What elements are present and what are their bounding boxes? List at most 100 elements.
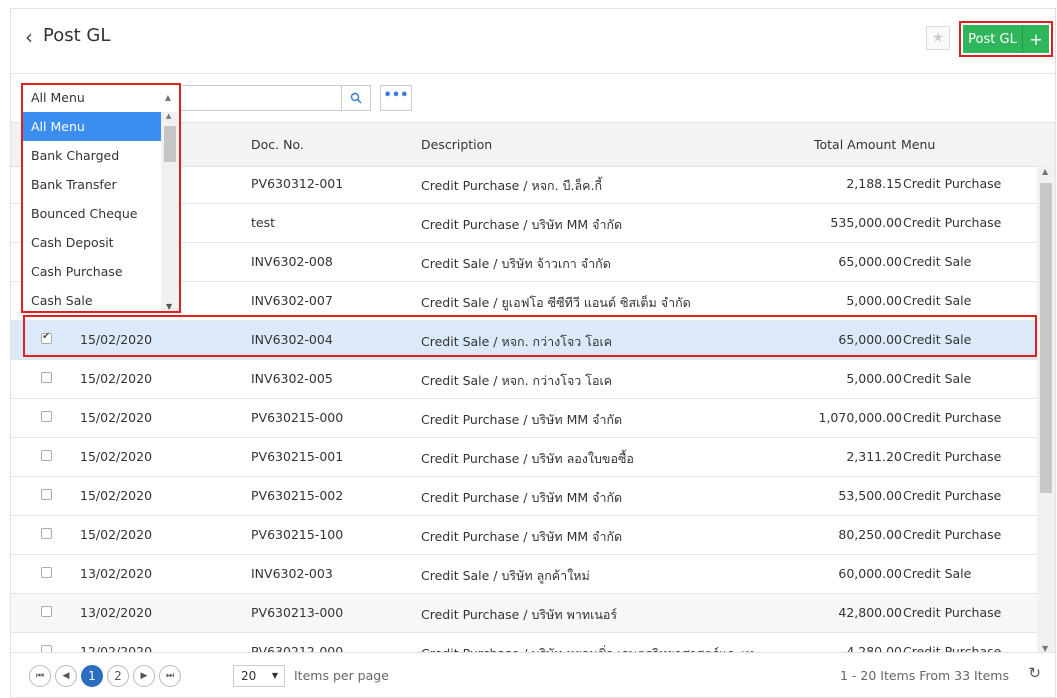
row-description: Credit Sale / หจก. กว่างโจว โอเค bbox=[421, 373, 613, 388]
row-checkbox[interactable] bbox=[41, 567, 52, 578]
row-total-amount: 60,000.00 bbox=[838, 566, 902, 581]
menu-options-list: All Menu Bank Charged Bank Transfer Bounced… bbox=[23, 112, 161, 315]
row-menu: Credit Purchase bbox=[903, 449, 1002, 464]
items-per-page-label: Items per page bbox=[294, 668, 389, 683]
items-count: 1 - 20 Items From 33 Items bbox=[839, 668, 1009, 683]
row-date: 15/02/2020 bbox=[80, 332, 153, 347]
menu-filter-value: All Menu bbox=[31, 90, 85, 105]
header-total-amount[interactable]: Total Amount bbox=[814, 137, 896, 152]
header-description[interactable]: Description bbox=[421, 137, 492, 152]
menu-filter-dropdown[interactable]: All Menu ▲ All Menu Bank Charged Bank Tran… bbox=[21, 83, 181, 313]
menu-option[interactable]: Bank Transfer bbox=[23, 170, 161, 199]
first-page-icon[interactable]: ⏮ bbox=[29, 665, 51, 687]
refresh-icon[interactable]: ↻ bbox=[1028, 664, 1041, 682]
row-description: Credit Purchase / บริษัท ลองใบขอซื้อ bbox=[421, 451, 634, 466]
row-doc-no: PV630215-000 bbox=[251, 410, 344, 425]
menu-option[interactable]: Cash Purchase bbox=[23, 257, 161, 286]
favorite-star-icon[interactable]: ★ bbox=[926, 26, 950, 50]
row-total-amount: 65,000.00 bbox=[838, 332, 902, 347]
search-icon bbox=[350, 92, 362, 104]
search-button[interactable] bbox=[341, 85, 371, 111]
post-gl-label[interactable]: Post GL bbox=[963, 25, 1023, 53]
row-description: Credit Sale / บริษัท จ้าวเกา จำกัด bbox=[421, 256, 611, 271]
menu-option[interactable]: Bounced Cheque bbox=[23, 199, 161, 228]
row-menu: Credit Purchase bbox=[903, 410, 1002, 425]
row-total-amount: 53,500.00 bbox=[838, 488, 902, 503]
row-description: Credit Purchase / หจก. บี.ล็ค.กี้ bbox=[421, 178, 603, 193]
dropdown-scrollbar-thumb[interactable] bbox=[164, 126, 176, 162]
row-checkbox[interactable] bbox=[41, 489, 52, 500]
table-row[interactable]: 15/02/2020 INV6302-005 Credit Sale / หจก. … bbox=[11, 360, 1037, 399]
page-header: ‹ Post GL ★ Post GL + bbox=[11, 9, 1055, 74]
page-2-button[interactable]: 2 bbox=[107, 665, 129, 687]
plus-icon[interactable]: + bbox=[1023, 25, 1049, 53]
row-menu: Credit Purchase bbox=[903, 215, 1002, 230]
row-description: Credit Purchase / บริษัท พาทเนอร์ bbox=[421, 607, 618, 622]
table-row[interactable]: 13/02/2020 INV6302-003 Credit Sale / บริษั… bbox=[11, 555, 1037, 594]
per-page-value: 20 bbox=[241, 669, 257, 683]
header-menu[interactable]: Menu bbox=[901, 137, 935, 152]
row-menu: Credit Purchase bbox=[903, 488, 1002, 503]
table-row[interactable]: 15/02/2020 PV630215-000 Credit Purchase / … bbox=[11, 399, 1037, 438]
scroll-down-icon[interactable]: ▼ bbox=[166, 302, 172, 311]
row-date: 15/02/2020 bbox=[80, 410, 153, 425]
row-checkbox[interactable] bbox=[41, 450, 52, 461]
chevron-down-icon: ▼ bbox=[271, 671, 278, 680]
row-checkbox[interactable] bbox=[41, 411, 52, 422]
row-doc-no: PV630215-100 bbox=[251, 527, 344, 542]
next-page-icon[interactable]: ▶ bbox=[133, 665, 155, 687]
row-doc-no: PV630215-001 bbox=[251, 449, 344, 464]
row-menu: Credit Sale bbox=[903, 566, 972, 581]
menu-filter-select[interactable]: All Menu ▲ bbox=[23, 85, 179, 111]
row-description: Credit Sale / หจก. กว่างโจว โอเค bbox=[421, 334, 613, 349]
items-per-page-select[interactable]: 20 ▼ bbox=[233, 665, 285, 687]
row-menu: Credit Sale bbox=[903, 332, 972, 347]
search-input[interactable] bbox=[176, 85, 354, 111]
table-row[interactable]: 15/02/2020 PV630215-100 Credit Purchase / … bbox=[11, 516, 1037, 555]
row-checkbox[interactable] bbox=[41, 606, 52, 617]
table-row[interactable]: 15/02/2020 PV630215-002 Credit Purchase / … bbox=[11, 477, 1037, 516]
post-gl-button[interactable]: Post GL + bbox=[963, 25, 1049, 53]
row-menu: Credit Sale bbox=[903, 254, 972, 269]
row-total-amount: 2,188.15 bbox=[846, 176, 902, 191]
scroll-up-icon[interactable]: ▲ bbox=[1042, 167, 1048, 176]
row-description: Credit Purchase / บริษัท MM จำกัด bbox=[421, 217, 623, 232]
row-checkbox[interactable] bbox=[41, 528, 52, 539]
menu-option[interactable]: Cash Sale bbox=[23, 286, 161, 315]
dropdown-scrollbar[interactable]: ▲ ▼ bbox=[161, 112, 179, 311]
row-doc-no: test bbox=[251, 215, 276, 230]
prev-page-icon[interactable]: ◀ bbox=[55, 665, 77, 687]
row-total-amount: 1,070,000.00 bbox=[818, 410, 903, 425]
menu-option[interactable]: Cash Deposit bbox=[23, 228, 161, 257]
page-1-button[interactable]: 1 bbox=[81, 665, 103, 687]
row-checkbox[interactable] bbox=[41, 372, 52, 383]
row-total-amount: 2,311.20 bbox=[846, 449, 902, 464]
row-checkbox[interactable] bbox=[41, 331, 52, 344]
menu-option[interactable]: All Menu bbox=[23, 112, 161, 141]
row-menu: Credit Purchase bbox=[903, 605, 1002, 620]
row-date: 15/02/2020 bbox=[80, 371, 153, 386]
table-row[interactable]: 13/02/2020 PV630213-000 Credit Purchase / … bbox=[11, 594, 1037, 633]
scroll-up-icon[interactable]: ▲ bbox=[166, 112, 171, 120]
more-options-button[interactable]: ••• bbox=[380, 85, 412, 111]
scrollbar-thumb[interactable] bbox=[1040, 183, 1052, 493]
row-total-amount: 42,800.00 bbox=[838, 605, 902, 620]
row-total-amount: 65,000.00 bbox=[838, 254, 902, 269]
row-description: Credit Purchase / บริษัท MM จำกัด bbox=[421, 412, 623, 427]
page-title: Post GL bbox=[43, 25, 111, 46]
row-total-amount: 535,000.00 bbox=[830, 215, 902, 230]
table-row[interactable]: 15/02/2020 INV6302-004 Credit Sale / หจก. … bbox=[11, 321, 1037, 360]
table-scrollbar[interactable]: ▲ ▼ bbox=[1037, 165, 1055, 655]
last-page-icon[interactable]: ⏭ bbox=[159, 665, 181, 687]
row-description: Credit Purchase / บริษัท MM จำกัด bbox=[421, 490, 623, 505]
row-menu: Credit Purchase bbox=[903, 176, 1002, 191]
menu-option[interactable]: Bank Charged bbox=[23, 141, 161, 170]
back-icon[interactable]: ‹ bbox=[25, 25, 33, 49]
row-menu: Credit Sale bbox=[903, 371, 972, 386]
post-gl-button-highlight: Post GL + bbox=[959, 21, 1053, 57]
row-description: Credit Sale / บริษัท ลูกค้าใหม่ bbox=[421, 568, 590, 583]
pagination-bar: ⏮ ◀ 1 2 ▶ ⏭ 20 ▼ Items per page 1 - 20 I… bbox=[11, 652, 1055, 697]
table-row[interactable]: 15/02/2020 PV630215-001 Credit Purchase / … bbox=[11, 438, 1037, 477]
header-doc-no[interactable]: Doc. No. bbox=[251, 137, 304, 152]
row-doc-no: INV6302-007 bbox=[251, 293, 333, 308]
